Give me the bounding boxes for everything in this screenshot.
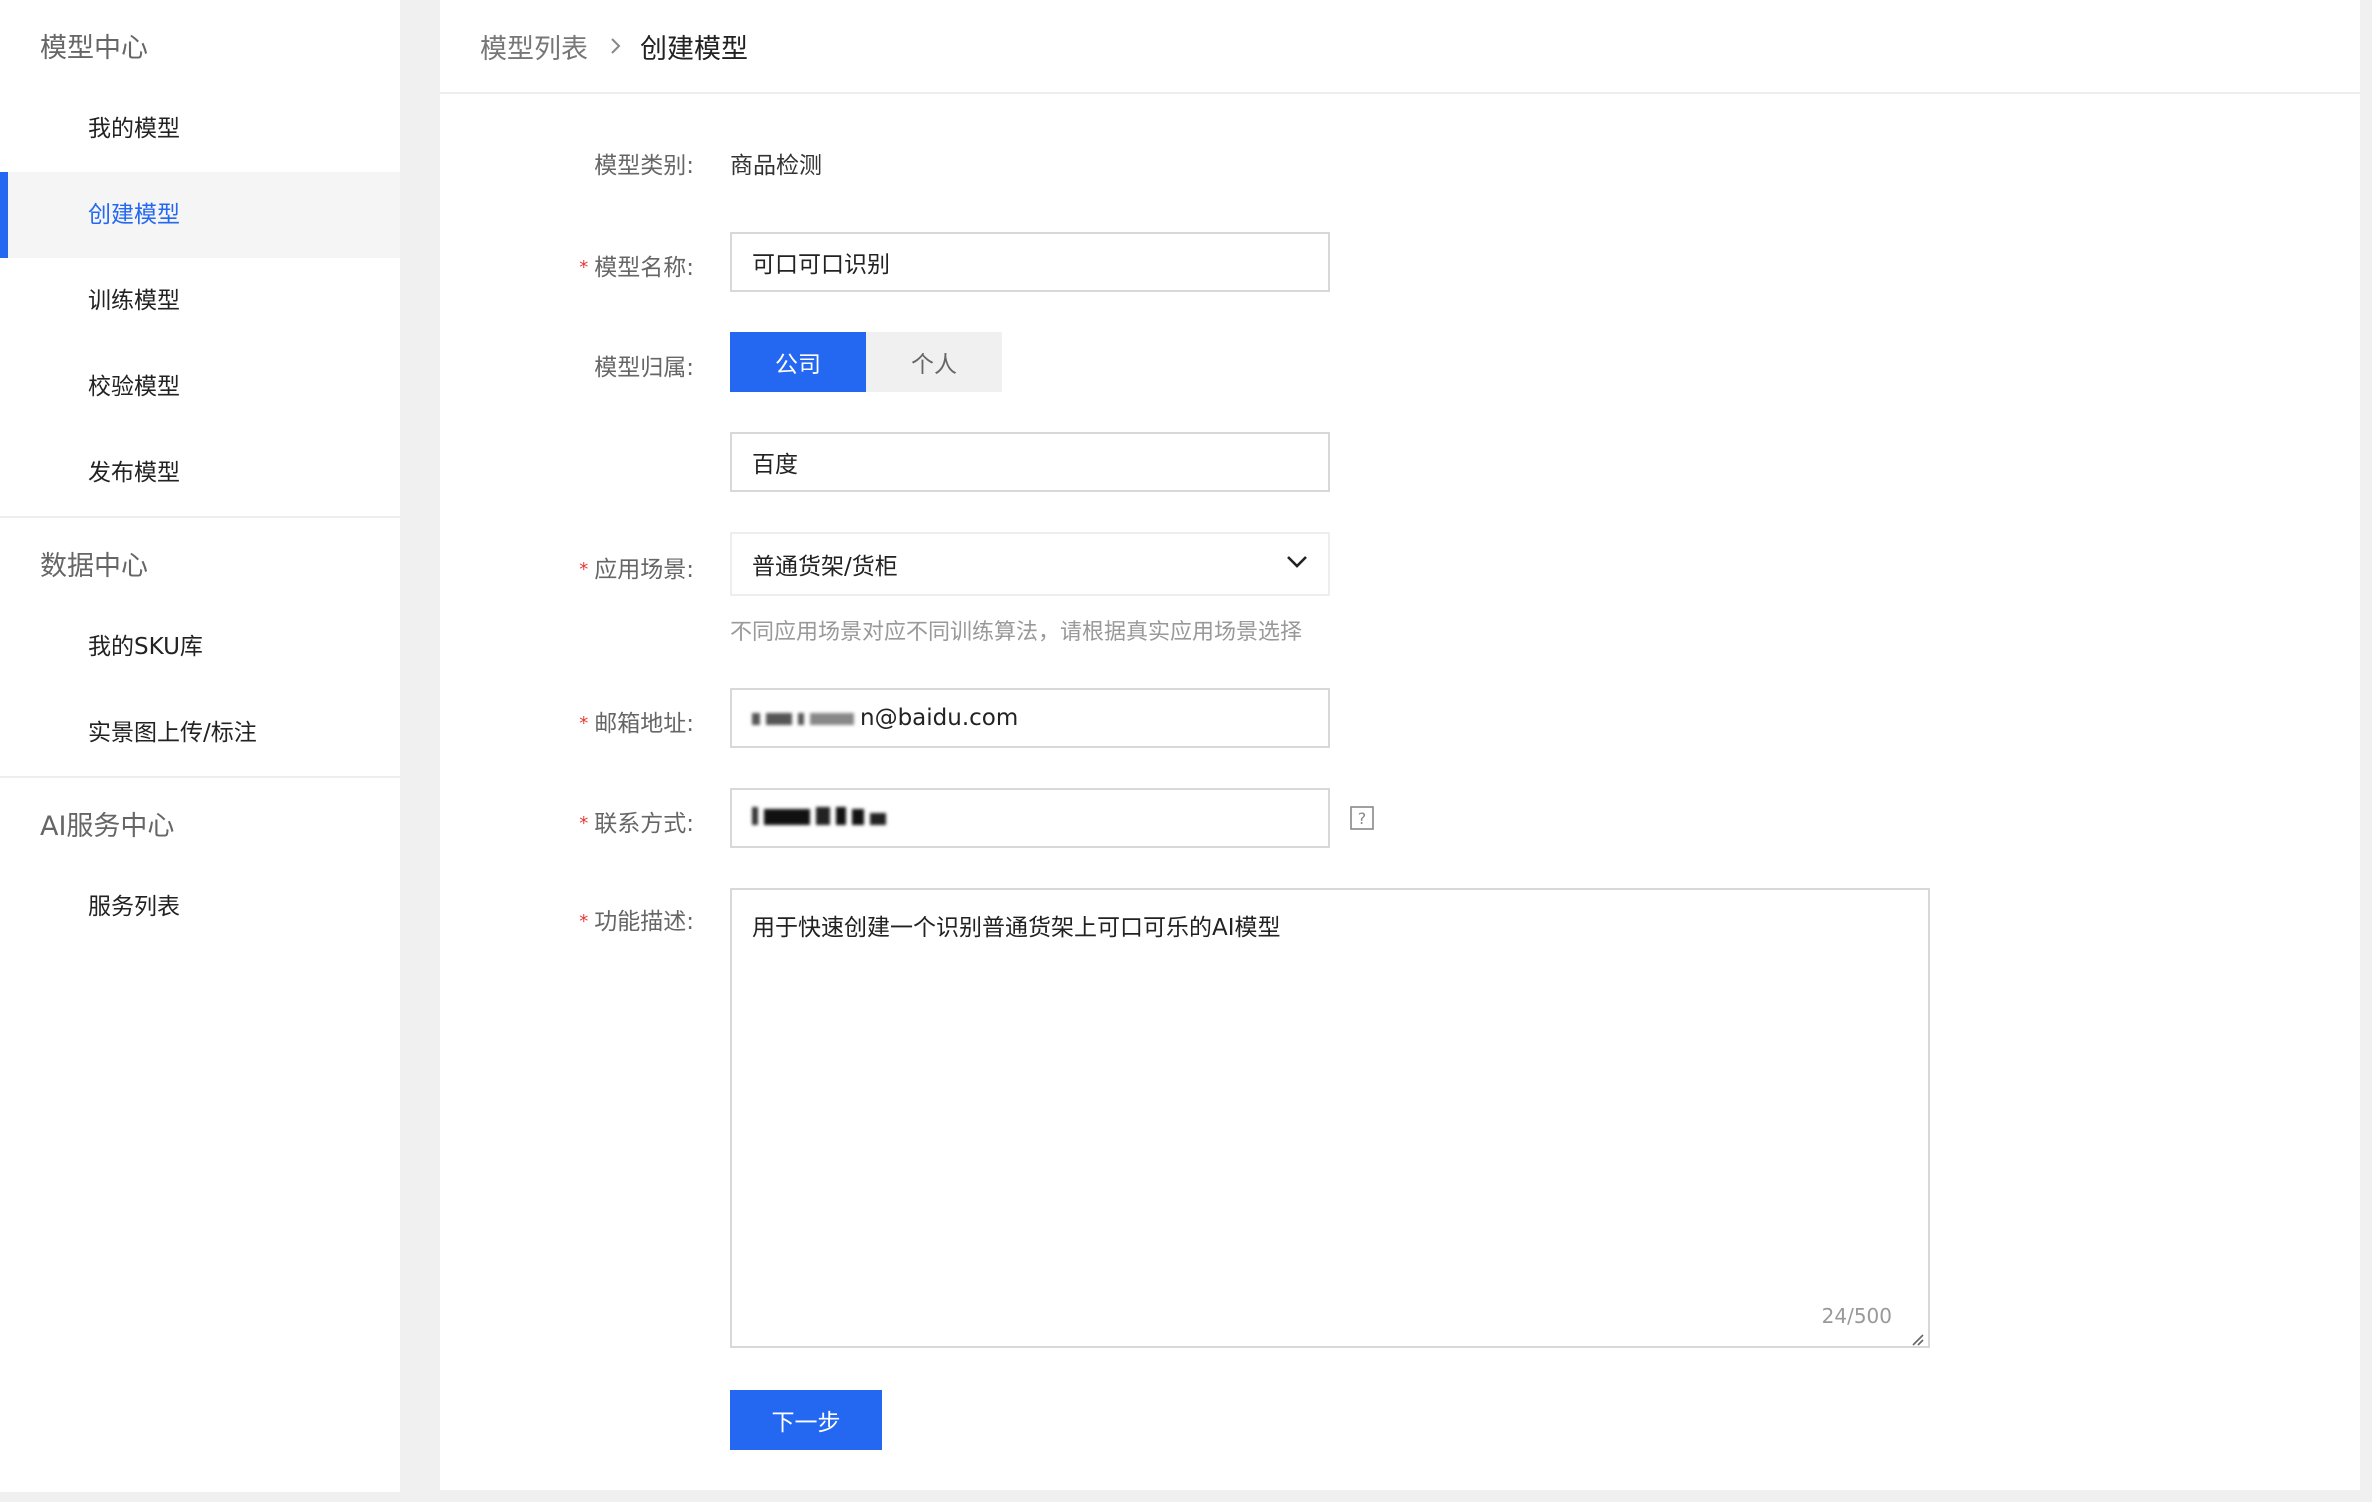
field-label: * 邮箱地址: bbox=[579, 704, 694, 738]
sidebar-item-create-model[interactable]: 创建模型 bbox=[0, 172, 400, 258]
email-input[interactable]: n@baidu.com bbox=[730, 688, 1330, 748]
field-label: * 功能描述: bbox=[579, 902, 694, 936]
email-visible-suffix: n@baidu.com bbox=[860, 705, 1019, 731]
required-mark: * bbox=[579, 813, 589, 834]
redacted-text bbox=[752, 805, 892, 831]
breadcrumb-current: 创建模型 bbox=[640, 33, 748, 65]
category-value: 商品检测 bbox=[730, 153, 822, 179]
nav-group-model-center: 模型中心 我的模型 创建模型 训练模型 校验模型 发布模型 bbox=[0, 0, 400, 518]
scene-hint: 不同应用场景对应不同训练算法，请根据真实应用场景选择 bbox=[730, 620, 1303, 645]
sidebar-item-upload-annotate[interactable]: 实景图上传/标注 bbox=[0, 690, 400, 776]
company-name-input[interactable]: 百度 bbox=[730, 432, 1330, 492]
field-label-text: 邮箱地址: bbox=[594, 711, 694, 737]
field-label: 模型归属: bbox=[594, 355, 694, 381]
description-textarea[interactable]: 用于快速创建一个识别普通货架上可口可乐的AI模型 24/500 bbox=[730, 888, 1930, 1348]
nav-group-title: AI服务中心 bbox=[40, 811, 175, 842]
sidebar-item-my-models[interactable]: 我的模型 bbox=[0, 86, 400, 172]
required-mark: * bbox=[579, 257, 589, 278]
main-panel: 模型列表 创建模型 模型类别: 商品检测 * 模型名称: 可口可口识别 模型归属:… bbox=[440, 0, 2360, 1490]
svg-text:?: ? bbox=[1358, 809, 1367, 828]
next-step-button[interactable]: 下一步 bbox=[730, 1390, 882, 1450]
scene-select[interactable]: 普通货架/货柜 bbox=[730, 532, 1330, 596]
model-name-input[interactable]: 可口可口识别 bbox=[730, 232, 1330, 292]
field-label: * 模型名称: bbox=[579, 248, 694, 282]
sidebar-item-my-sku[interactable]: 我的SKU库 bbox=[0, 604, 400, 690]
sidebar-item-publish-model[interactable]: 发布模型 bbox=[0, 430, 400, 516]
ownership-option-personal[interactable]: 个人 bbox=[866, 332, 1002, 392]
required-mark: * bbox=[579, 713, 589, 734]
char-counter: 24/500 bbox=[1821, 1304, 1892, 1328]
nav-group-title: 数据中心 bbox=[40, 551, 148, 582]
field-label: * 联系方式: bbox=[579, 804, 694, 838]
field-label-text: 应用场景: bbox=[594, 557, 694, 583]
nav-group-ai-service: AI服务中心 服务列表 bbox=[0, 778, 400, 950]
contact-input[interactable] bbox=[730, 788, 1330, 848]
chevron-down-icon bbox=[1284, 548, 1310, 580]
ownership-option-company[interactable]: 公司 bbox=[730, 332, 866, 392]
field-label-text: 模型名称: bbox=[594, 255, 694, 281]
required-mark: * bbox=[579, 559, 589, 580]
sidebar-item-train-model[interactable]: 训练模型 bbox=[0, 258, 400, 344]
field-label: * 应用场景: bbox=[579, 550, 694, 584]
resize-handle-icon[interactable] bbox=[1908, 1326, 1924, 1346]
nav-group-data-center: 数据中心 我的SKU库 实景图上传/标注 bbox=[0, 518, 400, 778]
ownership-toggle: 公司 个人 bbox=[730, 332, 1002, 392]
sidebar-item-validate-model[interactable]: 校验模型 bbox=[0, 344, 400, 430]
field-label: 模型类别: bbox=[594, 153, 694, 179]
scene-field: 普通货架/货柜 不同应用场景对应不同训练算法，请根据真实应用场景选择 bbox=[730, 532, 1330, 646]
field-label-text: 联系方式: bbox=[594, 811, 694, 837]
chevron-right-icon bbox=[604, 35, 626, 57]
redacted-text bbox=[752, 705, 860, 731]
form-row-description: * 功能描述: 用于快速创建一个识别普通货架上可口可乐的AI模型 24/500 bbox=[440, 888, 2360, 1348]
breadcrumb: 模型列表 创建模型 bbox=[440, 0, 2360, 94]
sidebar-item-service-list[interactable]: 服务列表 bbox=[0, 864, 400, 950]
field-label-text: 功能描述: bbox=[594, 909, 694, 935]
help-icon[interactable]: ? bbox=[1350, 806, 1374, 830]
required-mark: * bbox=[579, 911, 589, 932]
breadcrumb-parent-link[interactable]: 模型列表 bbox=[480, 27, 588, 66]
sidebar: 模型中心 我的模型 创建模型 训练模型 校验模型 发布模型 数据中心 我的SKU… bbox=[0, 0, 400, 1492]
nav-group-title: 模型中心 bbox=[40, 33, 148, 64]
description-text: 用于快速创建一个识别普通货架上可口可乐的AI模型 bbox=[752, 915, 1281, 941]
scene-selected-value: 普通货架/货柜 bbox=[752, 554, 898, 580]
